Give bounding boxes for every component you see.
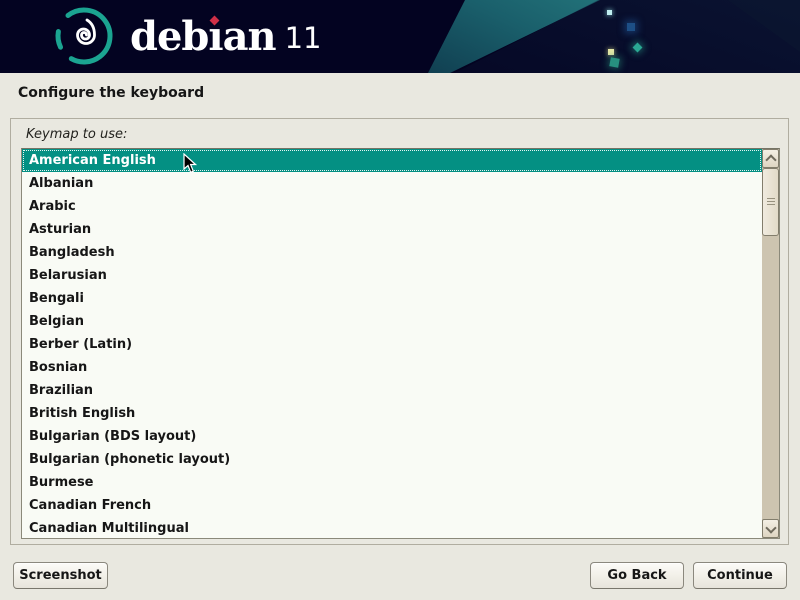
keymap-item-label: Burmese [29,475,94,490]
keymap-list-item[interactable]: Burmese [22,471,762,494]
keymap-item-label: Belgian [29,314,84,329]
keymap-item-label: British English [29,406,135,421]
debian-version: 11 [285,2,322,73]
scrollbar-down-button[interactable] [762,519,779,538]
brand-text-i: ı [208,0,222,73]
keymap-list-item[interactable]: Arabic [22,195,762,218]
go-back-button[interactable]: Go Back [590,562,684,589]
chevron-up-icon [765,154,776,165]
continue-button[interactable]: Continue [693,562,787,589]
content-frame: Keymap to use: American English Albanian… [10,118,789,545]
keymap-item-label: Bosnian [29,360,87,375]
chevron-down-icon [765,522,776,533]
decor-square-teal [609,57,619,67]
keymap-listbox: American English Albanian Arabic Asturia… [21,148,780,539]
keymap-list-item[interactable]: Canadian Multilingual [22,517,762,539]
keymap-list-item[interactable]: Albanian [22,172,762,195]
keymap-list-item[interactable]: Asturian [22,218,762,241]
decor-square-cyan [607,10,612,15]
scrollbar-up-button[interactable] [762,149,779,168]
keymap-list-item[interactable]: Brazilian [22,379,762,402]
brand-text-pre: deb [130,0,208,73]
keymap-list-item[interactable]: Berber (Latin) [22,333,762,356]
keymap-list-item[interactable]: Belgian [22,310,762,333]
keymap-list-item[interactable]: Bulgarian (BDS layout) [22,425,762,448]
keymap-list-item[interactable]: Bangladesh [22,241,762,264]
keymap-item-label: Arabic [29,199,76,214]
keymap-item-label: Albanian [29,176,93,191]
keymap-item-label: American English [29,153,156,168]
screenshot-button[interactable]: Screenshot [13,562,108,589]
decor-square-blue [627,23,635,31]
debian-banner: debıan 11 [0,0,800,73]
keymap-item-label: Bulgarian (BDS layout) [29,429,196,444]
keymap-list-item[interactable]: American English [22,149,762,172]
keymap-list-item[interactable]: British English [22,402,762,425]
debian-swirl-logo-icon [46,6,122,68]
scrollbar-thumb[interactable] [762,168,779,236]
keymap-list-item[interactable]: Bosnian [22,356,762,379]
keymap-list-item[interactable]: Bengali [22,287,762,310]
debian-wordmark: debıan 11 [130,0,322,73]
keymap-item-label: Asturian [29,222,91,237]
keymap-list-item[interactable]: Bulgarian (phonetic layout) [22,448,762,471]
keymap-item-label: Brazilian [29,383,93,398]
keymap-item-label: Bangladesh [29,245,115,260]
brand-text-post: an [223,0,276,73]
keymap-list: American English Albanian Arabic Asturia… [22,149,762,538]
keymap-list-item[interactable]: Belarusian [22,264,762,287]
keymap-item-label: Bulgarian (phonetic layout) [29,452,230,467]
keymap-item-label: Bengali [29,291,84,306]
keymap-list-item[interactable]: Canadian French [22,494,762,517]
scrollbar[interactable] [762,149,779,538]
keymap-label: Keymap to use: [26,127,127,142]
keymap-item-label: Canadian French [29,498,151,513]
page-title: Configure the keyboard [18,85,204,101]
scrollbar-grip-icon [767,198,775,206]
decor-square-yellow [608,49,614,55]
installer-window: debıan 11 Configure the keyboard Keymap … [0,0,800,600]
keymap-item-label: Canadian Multilingual [29,521,189,536]
keymap-item-label: Berber (Latin) [29,337,132,352]
keymap-item-label: Belarusian [29,268,107,283]
